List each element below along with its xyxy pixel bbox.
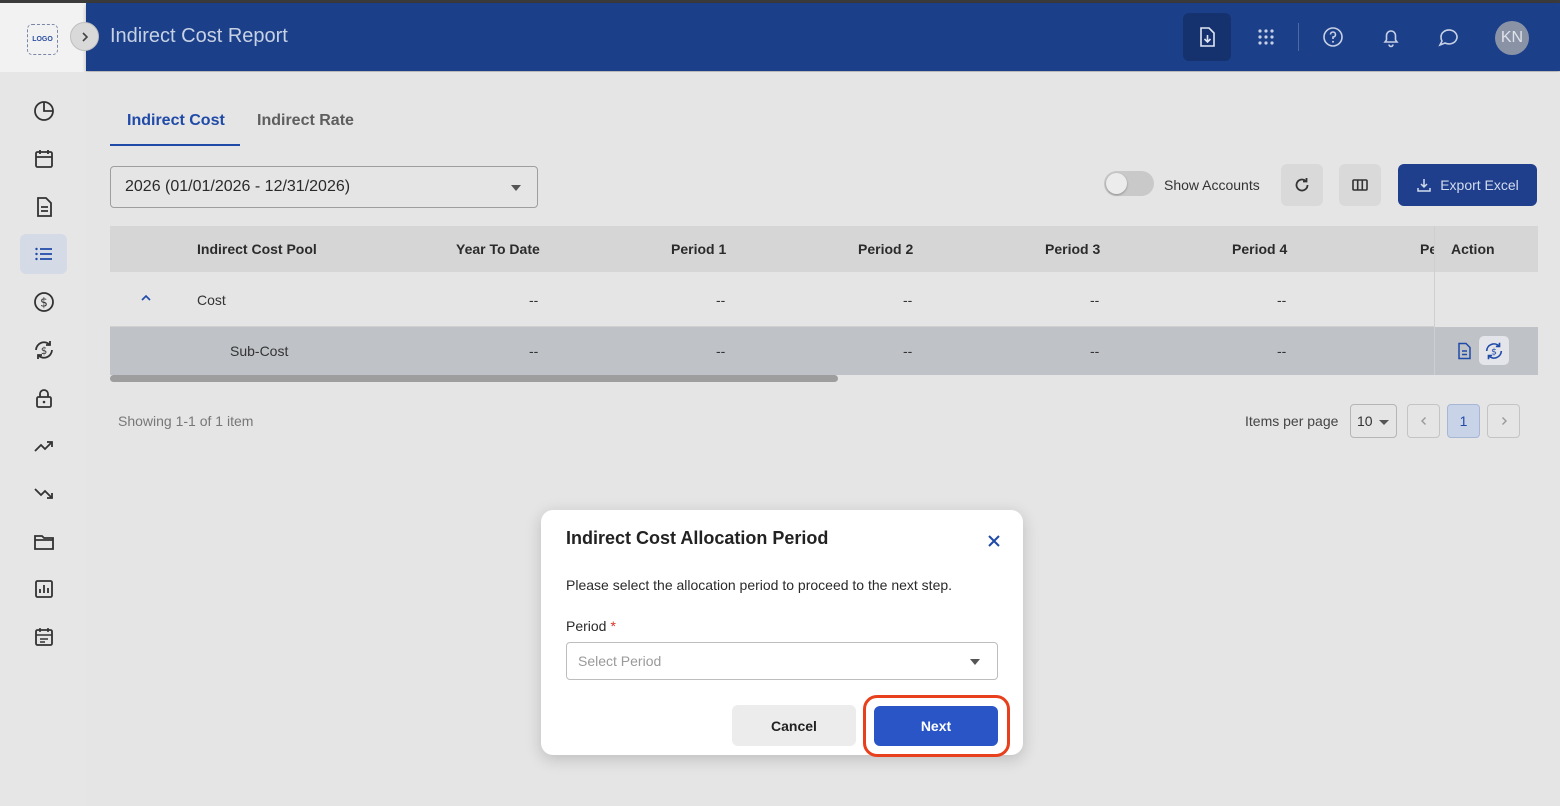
chevron-right-icon	[81, 31, 88, 42]
close-icon	[988, 535, 1000, 547]
period-field-label: Period *	[566, 618, 616, 634]
close-dialog-button[interactable]	[981, 528, 1007, 554]
dialog-message: Please select the allocation period to p…	[566, 577, 953, 593]
allocation-period-dialog: Indirect Cost Allocation Period Please s…	[541, 510, 1023, 757]
period-select[interactable]: Select Period	[566, 642, 998, 680]
caret-down-icon	[970, 659, 980, 665]
sidebar-expand-button[interactable]	[70, 22, 99, 51]
required-marker: *	[610, 618, 616, 634]
next-button[interactable]: Next	[874, 706, 998, 746]
dialog-title: Indirect Cost Allocation Period	[566, 528, 829, 548]
cancel-button[interactable]: Cancel	[732, 705, 856, 746]
period-select-placeholder: Select Period	[578, 653, 662, 669]
period-label-text: Period	[566, 618, 607, 634]
